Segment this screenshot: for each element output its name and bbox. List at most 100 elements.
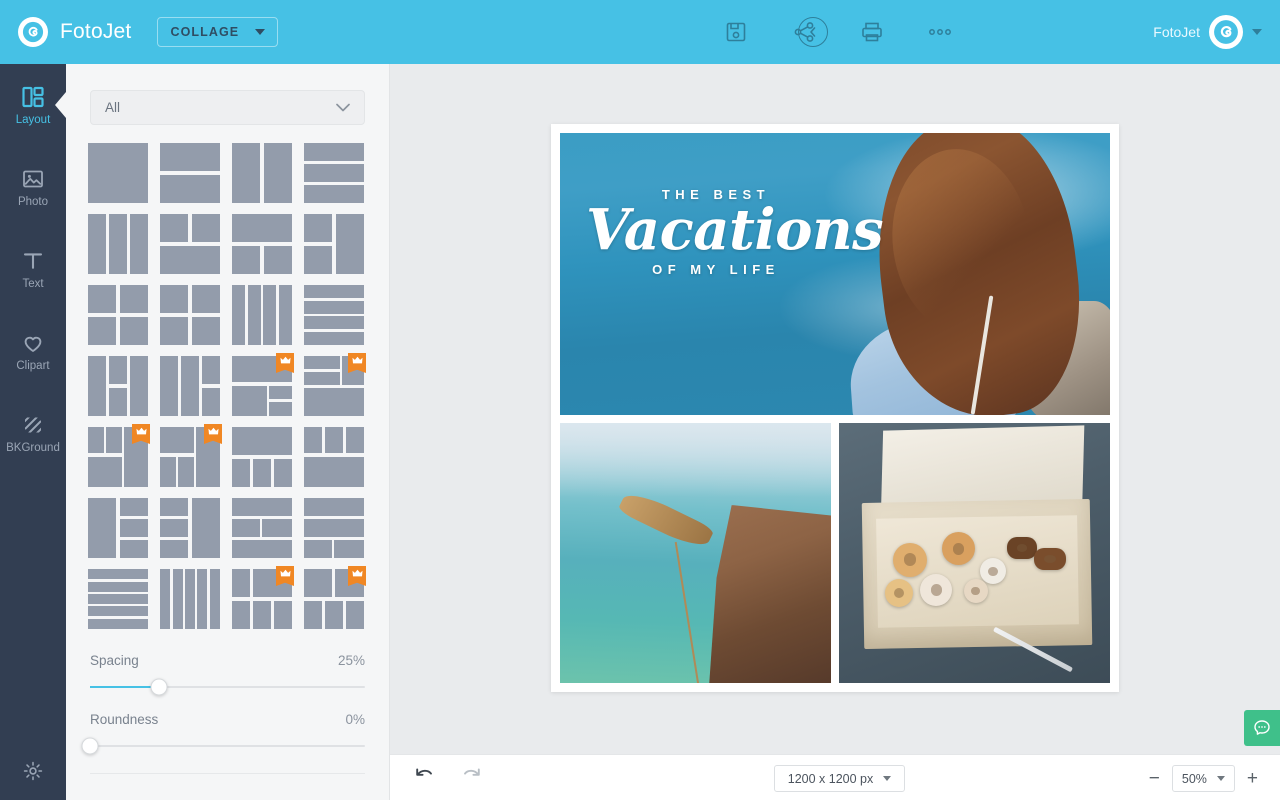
layout-template-t5[interactable] bbox=[88, 214, 148, 274]
fotojet-spiral-icon bbox=[18, 17, 48, 47]
template-cell bbox=[88, 606, 148, 617]
heart-icon bbox=[24, 336, 42, 352]
template-cell bbox=[304, 601, 322, 629]
sidebar-item-bkground[interactable]: BKGround bbox=[0, 392, 66, 474]
template-cell bbox=[304, 519, 364, 537]
layout-template-t26[interactable] bbox=[160, 569, 220, 629]
layout-template-t22[interactable] bbox=[160, 498, 220, 558]
template-cell bbox=[232, 386, 267, 416]
more-options-button[interactable] bbox=[924, 16, 956, 48]
layout-template-t4[interactable] bbox=[304, 143, 364, 203]
layout-template-t24[interactable] bbox=[304, 498, 364, 558]
template-cell bbox=[232, 459, 250, 487]
layout-template-t12[interactable] bbox=[304, 285, 364, 345]
template-cell bbox=[130, 356, 148, 416]
save-button[interactable] bbox=[720, 16, 752, 48]
layout-template-t3[interactable] bbox=[232, 143, 292, 203]
header-tools bbox=[720, 16, 956, 48]
chat-support-button[interactable] bbox=[1244, 710, 1280, 746]
zoom-out-button[interactable]: − bbox=[1149, 769, 1160, 788]
layout-template-t9[interactable] bbox=[88, 285, 148, 345]
sidebar-item-label: Layout bbox=[15, 113, 51, 126]
layout-template-t20[interactable] bbox=[304, 427, 364, 487]
layout-template-t27[interactable] bbox=[232, 566, 294, 629]
collage-canvas[interactable]: THE BEST Vacations OF MY LIFE bbox=[551, 124, 1119, 692]
layout-template-t19[interactable] bbox=[232, 427, 292, 487]
share-icon bbox=[794, 22, 814, 42]
layout-template-t10[interactable] bbox=[160, 285, 220, 345]
sidebar-rail: Layout Photo Text Clipart BKGround bbox=[0, 64, 66, 800]
sidebar-item-text[interactable]: Text bbox=[0, 228, 66, 310]
template-cell bbox=[346, 427, 364, 454]
canvas-size-select[interactable]: 1200 x 1200 px bbox=[774, 765, 905, 792]
layout-template-t8[interactable] bbox=[304, 214, 364, 274]
redo-button[interactable] bbox=[460, 766, 482, 789]
sidebar-item-label: BKGround bbox=[6, 441, 60, 454]
template-cell bbox=[304, 427, 322, 454]
sidebar-item-clipart[interactable]: Clipart bbox=[0, 310, 66, 392]
layout-template-t11[interactable] bbox=[232, 285, 292, 345]
sidebar-item-layout[interactable]: Layout bbox=[0, 64, 66, 146]
account-menu[interactable]: FotoJet bbox=[1153, 15, 1262, 49]
undo-button[interactable] bbox=[414, 766, 436, 789]
panel-divider bbox=[90, 773, 365, 774]
layout-template-t1[interactable] bbox=[88, 143, 148, 203]
print-button[interactable] bbox=[856, 16, 888, 48]
template-cell bbox=[197, 569, 208, 629]
template-cell bbox=[88, 285, 116, 313]
spacing-slider-handle[interactable] bbox=[150, 678, 168, 696]
template-cell bbox=[120, 317, 148, 345]
template-cell bbox=[325, 427, 343, 454]
layout-template-t15[interactable] bbox=[232, 353, 294, 416]
template-cell bbox=[88, 618, 148, 629]
template-cell bbox=[160, 143, 220, 171]
sidebar-item-photo[interactable]: Photo bbox=[0, 146, 66, 228]
mode-selector-collage[interactable]: COLLAGE bbox=[157, 17, 279, 47]
layout-template-t16[interactable] bbox=[304, 353, 366, 416]
layout-template-t2[interactable] bbox=[160, 143, 220, 203]
roundness-slider[interactable] bbox=[81, 737, 365, 755]
layout-template-t21[interactable] bbox=[88, 498, 148, 558]
template-cell bbox=[304, 388, 364, 416]
photo-sea-woman[interactable]: THE BEST Vacations OF MY LIFE bbox=[560, 133, 1110, 415]
roundness-slider-handle[interactable] bbox=[81, 737, 99, 755]
zoom-level-select[interactable]: 50% bbox=[1171, 765, 1235, 792]
layout-template-t14[interactable] bbox=[160, 356, 220, 416]
photo-cliff-wheat-image bbox=[560, 423, 831, 683]
template-cell bbox=[269, 386, 292, 400]
layout-template-t28[interactable] bbox=[304, 566, 366, 629]
fotojet-collage-editor: FotoJet COLLAGE FotoJet Layout Photo Tex… bbox=[0, 0, 1280, 800]
layout-template-t25[interactable] bbox=[88, 569, 148, 629]
template-cell bbox=[130, 214, 148, 274]
active-indicator bbox=[55, 92, 66, 118]
layout-template-t7[interactable] bbox=[232, 214, 292, 274]
spacing-value: 25% bbox=[337, 653, 365, 668]
mode-label: COLLAGE bbox=[170, 25, 240, 39]
zoom-in-button[interactable]: + bbox=[1247, 769, 1258, 788]
photo-cliff-wheat[interactable] bbox=[560, 423, 831, 683]
template-cell bbox=[274, 601, 292, 629]
template-cell bbox=[160, 317, 188, 345]
template-cell bbox=[232, 569, 250, 597]
template-cell bbox=[88, 356, 106, 416]
layout-template-t13[interactable] bbox=[88, 356, 148, 416]
template-cell bbox=[172, 569, 183, 629]
layout-template-t23[interactable] bbox=[232, 498, 292, 558]
template-cell bbox=[181, 356, 199, 416]
template-cell bbox=[325, 601, 343, 629]
template-cell bbox=[209, 569, 220, 629]
template-filter-select[interactable]: All bbox=[90, 90, 365, 125]
photo-donuts-box[interactable] bbox=[839, 423, 1110, 683]
share-button[interactable] bbox=[788, 16, 820, 48]
template-cell bbox=[185, 569, 196, 629]
roundness-control: Roundness 0% bbox=[81, 712, 365, 755]
layout-template-t18[interactable] bbox=[160, 424, 222, 487]
layout-template-t6[interactable] bbox=[160, 214, 220, 274]
layout-template-t17[interactable] bbox=[88, 424, 150, 487]
settings-button[interactable] bbox=[0, 760, 66, 782]
zoom-level-value: 50% bbox=[1181, 771, 1207, 786]
undo-arrow-icon bbox=[416, 768, 432, 776]
template-cell bbox=[160, 569, 171, 629]
template-cell bbox=[109, 356, 127, 384]
spacing-slider[interactable] bbox=[90, 678, 365, 696]
